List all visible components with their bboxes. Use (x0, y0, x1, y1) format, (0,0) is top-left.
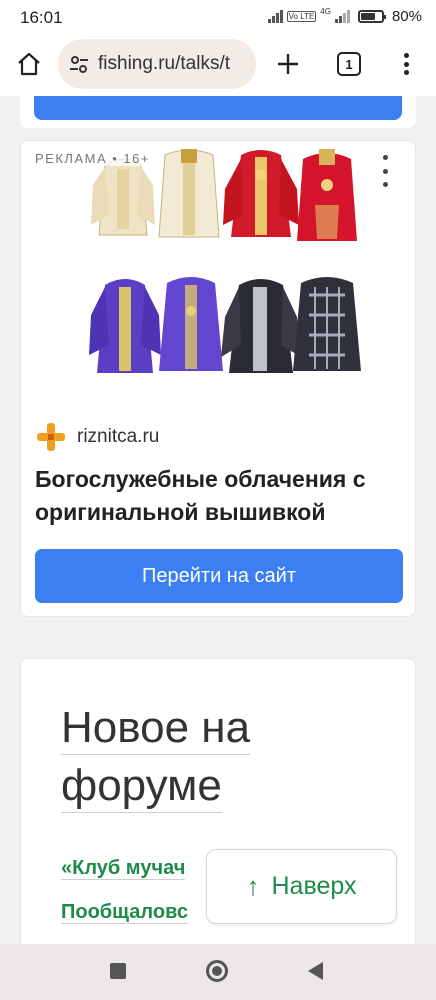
forum-link-text[interactable]: Пообщаловс (61, 901, 188, 924)
ad-card[interactable]: РЕКЛАМА • 16+ riznitca.ru Богослужебные … (20, 140, 416, 617)
status-bar: 16:01 Vo LTE 4G 80% (0, 0, 436, 34)
back-button[interactable] (308, 962, 323, 980)
back-to-top-label: Наверх (271, 872, 357, 900)
battery-percent: 80% (391, 8, 422, 25)
forum-link[interactable]: Пообщаловс (61, 901, 188, 924)
ad-cta-button[interactable]: Перейти на сайт (35, 549, 403, 603)
status-time: 16:01 (20, 8, 63, 27)
home-button[interactable] (14, 49, 44, 79)
home-icon (18, 52, 40, 76)
vestment-red-back (297, 149, 357, 241)
network-type: 4G (320, 7, 331, 16)
address-bar[interactable]: fishing.ru/talks/t (58, 39, 256, 89)
site-info-icon[interactable] (66, 51, 92, 77)
forum-link[interactable]: «Клуб мучач (61, 857, 186, 880)
forum-heading-line1: Новое на (61, 703, 251, 755)
ad-domain-row[interactable]: riznitca.ru (35, 421, 159, 453)
plus-icon (278, 54, 298, 74)
ad-label: РЕКЛАМА • 16+ (35, 151, 150, 166)
volte-badge: Vo LTE (286, 11, 317, 22)
vestment-red-front (223, 150, 299, 237)
vestments-image[interactable] (87, 145, 363, 401)
new-tab-button[interactable] (272, 48, 304, 80)
vestment-purple-back (159, 277, 223, 371)
riznitca-logo-icon (37, 423, 65, 451)
ad-menu-icon-dot (382, 168, 388, 174)
previous-card (20, 96, 416, 128)
battery-icon (357, 10, 386, 23)
signal-icon-2 (334, 10, 350, 23)
ad-title[interactable]: Богослужебные облачения с оригинальной в… (35, 463, 405, 529)
home-nav-button[interactable] (206, 960, 228, 982)
vestment-gold-front (91, 158, 155, 236)
status-icons: Vo LTE 4G 80% (267, 7, 422, 25)
forum-heading-line2: форуме (61, 761, 222, 813)
forum-heading: Новое на форуме (61, 699, 361, 815)
vestment-gold-back (158, 149, 220, 238)
tab-count: 1 (345, 56, 353, 72)
forum-link-text[interactable]: «Клуб мучач (61, 857, 186, 880)
vestment-black-back (293, 277, 361, 371)
vestment-purple-front (89, 279, 161, 373)
system-nav-bar (0, 944, 436, 1000)
ad-menu-icon-dot (382, 182, 388, 187)
vestment-black-front (221, 279, 301, 373)
recents-button[interactable] (110, 963, 126, 979)
menu-icon-dot (403, 53, 409, 58)
menu-button[interactable] (396, 49, 416, 79)
back-to-top-button[interactable]: ↑ Наверх (206, 849, 397, 924)
menu-icon-dot (403, 61, 409, 67)
ad-menu-icon-dot (382, 155, 388, 160)
signal-icon (267, 10, 283, 23)
page-content[interactable]: РЕКЛАМА • 16+ riznitca.ru Богослужебные … (0, 96, 436, 944)
ad-domain[interactable]: riznitca.ru (77, 426, 159, 448)
menu-icon-dot (403, 70, 409, 75)
ad-menu-button[interactable] (381, 155, 389, 187)
tabs-button[interactable]: 1 (337, 52, 361, 76)
arrow-up-icon: ↑ (246, 871, 260, 901)
browser-toolbar: fishing.ru/talks/t 1 (0, 34, 436, 96)
previous-card-button[interactable] (34, 96, 402, 120)
url-text[interactable]: fishing.ru/talks/t (98, 53, 230, 75)
